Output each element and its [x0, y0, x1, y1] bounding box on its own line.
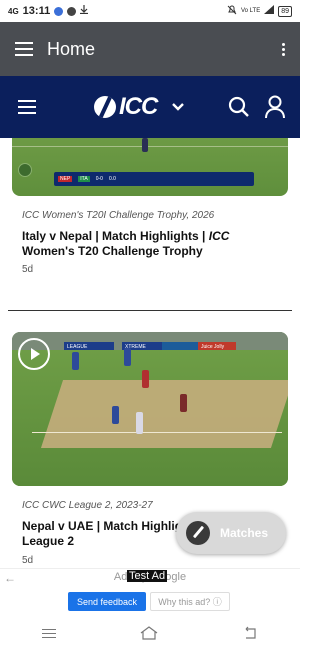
icc-logo[interactable]: ICC [94, 93, 158, 121]
matches-label: Matches [220, 526, 269, 540]
article-title[interactable]: Italy v Nepal | Match Highlights | ICC W… [22, 229, 282, 259]
search-icon[interactable] [228, 96, 250, 118]
play-icon[interactable] [18, 338, 50, 370]
test-ad-label: Test Ad [127, 570, 168, 582]
ad-banner[interactable]: ← Ads by Google Test Ad Send feedback Wh… [0, 568, 300, 617]
site-header: ICC [0, 76, 300, 138]
clock: 13:11 [22, 5, 51, 17]
player-figure [72, 352, 79, 370]
status-bar: 4G 13:11 Vo LTE 89 [0, 0, 300, 22]
article-meta: ICC CWC League 2, 2023-27 [22, 500, 153, 511]
battery-icon: 89 [278, 5, 292, 17]
player-figure [142, 138, 148, 152]
home-icon[interactable] [140, 626, 158, 640]
logo-text: ICC [119, 93, 158, 120]
volte-indicator: Vo LTE [240, 8, 261, 14]
recent-apps-icon[interactable] [42, 626, 56, 641]
network-indicator: 4G [8, 6, 19, 16]
over-label: 0.0 [108, 176, 116, 182]
umpire-figure [136, 412, 143, 434]
player-figure [180, 394, 187, 412]
article-age: 5d [22, 264, 34, 275]
notification-icon [54, 6, 64, 16]
divider [8, 310, 292, 311]
settings-icon [67, 6, 77, 16]
news-feed[interactable]: NEP ITA 0-0 0.0 ICC Women's T20I Challen… [0, 138, 300, 568]
team2-label: ITA [78, 176, 90, 182]
menu-icon[interactable] [18, 96, 36, 118]
play-icon[interactable] [18, 163, 32, 177]
more-vert-icon[interactable] [282, 41, 286, 58]
article-age: 5d [22, 555, 34, 566]
player-figure [124, 348, 131, 366]
app-title: Home [47, 38, 96, 59]
article-meta: ICC Women's T20I Challenge Trophy, 2026 [22, 210, 215, 221]
cricket-bat-icon [186, 521, 210, 545]
system-nav-bar [0, 616, 300, 650]
chevron-down-icon[interactable] [171, 100, 185, 114]
signal-icon [264, 5, 275, 17]
cricket-ball-icon [94, 96, 116, 118]
download-icon [80, 5, 89, 17]
user-icon[interactable] [264, 95, 286, 119]
back-icon[interactable] [242, 626, 258, 640]
app-bar: Home [0, 22, 300, 76]
team1-label: NEP [58, 176, 73, 182]
send-feedback-button[interactable]: Send feedback [68, 592, 146, 611]
silent-icon [227, 5, 237, 18]
score-label: 0-0 [95, 176, 103, 182]
player-figure [112, 406, 119, 424]
article-thumbnail[interactable]: NEP ITA 0-0 0.0 [12, 138, 288, 196]
hamburger-icon[interactable] [15, 38, 33, 60]
matches-button[interactable]: Matches [176, 512, 286, 554]
why-this-ad-button[interactable]: Why this ad? ⓘ [150, 592, 230, 611]
player-figure [142, 370, 149, 388]
scoreboard-overlay: NEP ITA 0-0 0.0 [54, 172, 254, 186]
article-thumbnail[interactable]: LEAGUE XTREME Juice Jolly [12, 332, 288, 486]
